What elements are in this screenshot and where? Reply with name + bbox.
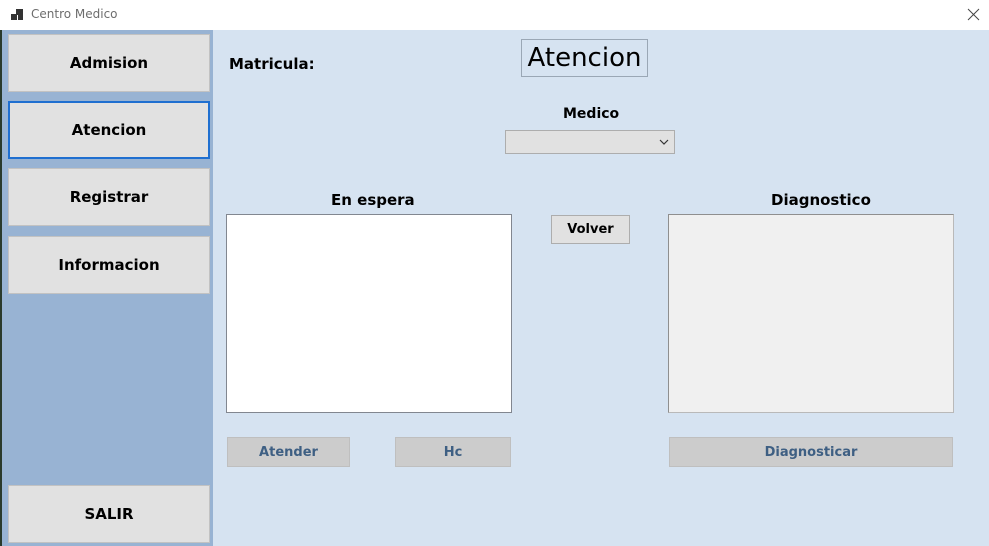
informacion-button[interactable]: Informacion bbox=[8, 236, 210, 294]
hc-button[interactable]: Hc bbox=[395, 437, 511, 467]
matricula-label: Matricula: bbox=[229, 55, 315, 73]
page-title: Atencion bbox=[521, 39, 648, 77]
diagnosis-textbox[interactable] bbox=[668, 214, 954, 413]
medico-select[interactable] bbox=[505, 130, 675, 154]
diagnostico-label: Diagnostico bbox=[771, 191, 871, 209]
sidebar: Admision Atencion Registrar Informacion … bbox=[2, 30, 213, 546]
chevron-down-icon bbox=[659, 139, 669, 145]
atender-button[interactable]: Atender bbox=[227, 437, 350, 467]
salir-button[interactable]: SALIR bbox=[8, 485, 210, 543]
close-icon[interactable] bbox=[961, 5, 985, 25]
atencion-button[interactable]: Atencion bbox=[8, 101, 210, 159]
volver-button[interactable]: Volver bbox=[551, 215, 630, 244]
window-title: Centro Medico bbox=[31, 7, 118, 21]
medico-label: Medico bbox=[563, 106, 620, 122]
admision-button[interactable]: Admision bbox=[8, 34, 210, 92]
app-windows-icon bbox=[11, 9, 23, 20]
registrar-button[interactable]: Registrar bbox=[8, 168, 210, 226]
en-espera-label: En espera bbox=[331, 191, 415, 209]
title-bar: Centro Medico bbox=[0, 0, 989, 30]
waiting-list[interactable] bbox=[226, 214, 512, 413]
diagnosticar-button[interactable]: Diagnosticar bbox=[669, 437, 953, 467]
